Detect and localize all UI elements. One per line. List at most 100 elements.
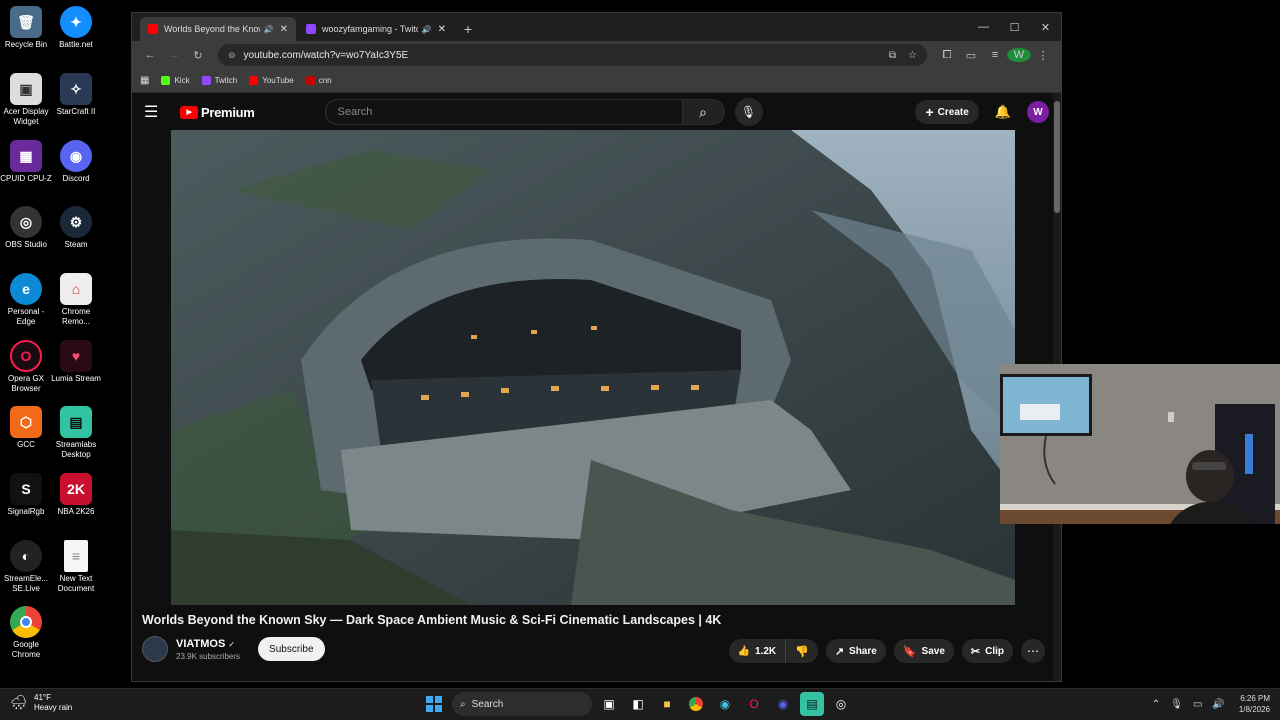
back-button[interactable]: ← <box>138 43 162 67</box>
network-icon[interactable]: ▭ <box>1193 699 1202 710</box>
plus-icon: + <box>925 104 934 120</box>
url-text: youtube.com/watch?v=wo7YaIc3Y5E <box>243 49 409 61</box>
desktop-icon-recycle-bin[interactable]: 🗑 Recycle Bin <box>0 6 52 50</box>
create-button[interactable]: + Create <box>915 100 979 124</box>
voice-search-button[interactable]: 🎙 <box>734 98 763 126</box>
youtube-favicon-icon <box>148 24 158 34</box>
volume-icon[interactable]: 🔊 <box>1212 699 1224 710</box>
taskbar-streamlabs[interactable]: ▤ <box>800 692 824 716</box>
channel-avatar[interactable] <box>142 636 168 662</box>
desktop-icon-battlenet[interactable]: ✦ Battle.net <box>50 6 102 50</box>
channel-row: VIATMOS ✓ 23.9K subscribers Subscribe <box>142 636 325 662</box>
split-view-icon[interactable]: ▭ <box>959 49 983 62</box>
account-avatar[interactable]: W <box>1027 101 1049 123</box>
maximize-button[interactable]: ☐ <box>999 13 1030 41</box>
extensions-icon[interactable]: ⧠ <box>935 49 959 62</box>
desktop-icon-lumia[interactable]: ♥ Lumia Stream <box>50 340 102 384</box>
clock[interactable]: 6:26 PM 1/8/2026 <box>1239 693 1270 715</box>
starcraft-icon: ✧ <box>60 73 92 105</box>
taskbar-obs[interactable]: ◎ <box>829 692 853 716</box>
clip-button[interactable]: ✂ Clip <box>961 639 1013 663</box>
taskbar-search[interactable]: ⌕ Search <box>452 692 592 716</box>
taskbar-opera-gx[interactable]: O <box>742 692 766 716</box>
subscribe-button[interactable]: Subscribe <box>258 637 325 661</box>
install-app-icon[interactable]: ⧉ <box>889 50 896 61</box>
bookmark-twitch[interactable]: Twitch <box>201 76 237 85</box>
start-button[interactable] <box>422 692 446 716</box>
desktop-icon-chrome-remote[interactable]: ⌂ Chrome Remo... <box>50 273 102 327</box>
desktop-icon-label: Chrome Remo... <box>61 307 91 326</box>
weather-temp: 41°F <box>34 693 51 702</box>
microphone-icon: 🎙 <box>740 105 757 119</box>
desktop-icon-gcc[interactable]: ⬡ GCC <box>0 406 52 450</box>
taskbar-discord[interactable]: ◉ <box>771 692 795 716</box>
bookmark-star-icon[interactable]: ☆ <box>908 50 917 61</box>
desktop-icon-new-text-doc[interactable]: ≡ New Text Document <box>50 540 102 594</box>
dislike-button[interactable]: 👎 <box>786 639 818 663</box>
desktop-icon-acer-display[interactable]: ▣ Acer Display Widget <box>0 73 52 127</box>
desktop-icon-nba2k26[interactable]: 2K NBA 2K26 <box>50 473 102 517</box>
acer-display-icon: ▣ <box>10 73 42 105</box>
steam-icon: ⚙ <box>60 206 92 238</box>
speaker-icon[interactable]: 🔊 <box>264 25 274 34</box>
more-horizontal-icon: ⋯ <box>1027 644 1039 658</box>
desktop-icon-edge[interactable]: e Personal - Edge <box>0 273 52 327</box>
apps-grid-icon[interactable]: ▦ <box>140 75 149 86</box>
media-controls-icon[interactable]: ≡ <box>983 49 1007 61</box>
menu-kebab-icon[interactable]: ⋮ <box>1031 49 1055 62</box>
desktop-icon-cpuz[interactable]: ▦ CPUID CPU-Z <box>0 140 52 184</box>
tab-twitch[interactable]: woozyfamgaming - Twitch 🔊 ✕ <box>298 17 454 41</box>
minimize-button[interactable]: — <box>968 13 999 41</box>
youtube-logo[interactable]: ▶ Premium <box>180 105 255 120</box>
desktop-icon-label: Streamlabs Desktop <box>55 440 97 459</box>
taskbar-widgets[interactable]: ◧ <box>626 692 650 716</box>
bookmark-cnn[interactable]: cnn <box>305 76 332 85</box>
microphone-icon[interactable]: 🎙 <box>1170 699 1183 710</box>
close-tab-icon[interactable]: ✕ <box>438 24 446 35</box>
tab-title: Worlds Beyond the Known <box>164 24 260 34</box>
bookmark-kick[interactable]: Kick <box>161 76 190 85</box>
new-tab-button[interactable]: + <box>456 17 480 41</box>
discord-icon: ◉ <box>60 140 92 172</box>
desktop-icon-streamelements[interactable]: ◐ StreamEle... SE.Live <box>0 540 52 594</box>
desktop-icon-streamlabs[interactable]: ▤ Streamlabs Desktop <box>50 406 102 460</box>
like-button[interactable]: 👍 1.2K <box>729 639 787 663</box>
hamburger-menu-icon[interactable]: ☰ <box>144 102 168 122</box>
desktop-icon-steam[interactable]: ⚙ Steam <box>50 206 102 250</box>
streamlabs-icon: ▤ <box>806 697 818 711</box>
site-info-icon[interactable]: ⊜ <box>228 50 236 61</box>
chevron-up-icon[interactable]: ⌃ <box>1152 699 1160 710</box>
profile-button[interactable]: W <box>1007 48 1031 62</box>
forward-button[interactable]: → <box>162 43 186 67</box>
desktop-icon-opera-gx[interactable]: O Opera GX Browser <box>0 340 52 394</box>
taskbar-chrome[interactable] <box>684 692 708 716</box>
taskbar-task-view[interactable]: ▣ <box>597 692 621 716</box>
notifications-bell-icon[interactable]: 🔔 <box>995 104 1011 120</box>
scrollbar-thumb[interactable] <box>1054 101 1060 213</box>
search-button[interactable]: ⌕ <box>682 99 725 125</box>
channel-name[interactable]: VIATMOS <box>176 638 225 650</box>
share-button[interactable]: ↗ Share <box>825 639 886 663</box>
search-input[interactable]: Search <box>324 99 683 125</box>
video-player[interactable] <box>171 130 1015 605</box>
weather-widget[interactable]: 🌧 41°F Heavy rain <box>10 693 72 713</box>
cpuz-icon: ▦ <box>10 140 42 172</box>
more-actions-button[interactable]: ⋯ <box>1021 639 1045 663</box>
desktop-icon-signalrgb[interactable]: S SignalRgb <box>0 473 52 517</box>
speaker-icon[interactable]: 🔊 <box>422 25 432 34</box>
tab-youtube[interactable]: Worlds Beyond the Known 🔊 ✕ <box>140 17 296 41</box>
save-button[interactable]: 🔖 Save <box>893 639 954 663</box>
taskbar-edge[interactable]: ◉ <box>713 692 737 716</box>
desktop-icon-obs[interactable]: ◎ OBS Studio <box>0 206 52 250</box>
desktop-icons: 🗑 Recycle Bin ✦ Battle.net ▣ Acer Displa… <box>0 0 132 688</box>
close-window-button[interactable]: ✕ <box>1030 13 1061 41</box>
desktop-icon-discord[interactable]: ◉ Discord <box>50 140 102 184</box>
bookmark-youtube[interactable]: YouTube <box>249 76 294 85</box>
taskbar-file-explorer[interactable]: ■ <box>655 692 679 716</box>
reload-button[interactable]: ↻ <box>186 43 210 67</box>
desktop-icon-starcraft[interactable]: ✧ StarCraft II <box>50 73 102 117</box>
close-tab-icon[interactable]: ✕ <box>280 24 288 35</box>
address-bar[interactable]: ⊜ youtube.com/watch?v=wo7YaIc3Y5E ⧉ ☆ <box>218 44 927 66</box>
desktop-icon-google-chrome[interactable]: Google Chrome <box>0 606 52 660</box>
edge-icon: ◉ <box>719 697 731 711</box>
